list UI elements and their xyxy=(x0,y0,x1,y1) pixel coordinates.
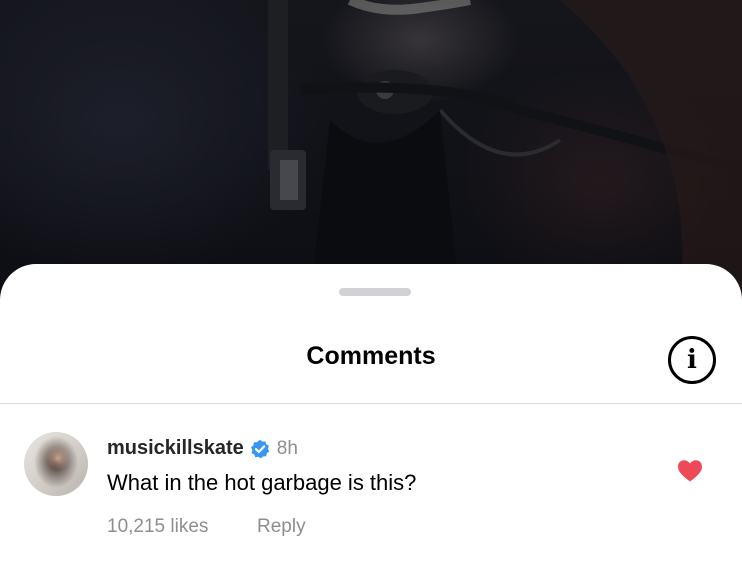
heart-filled-icon[interactable] xyxy=(677,459,703,483)
screen: Comments i musickillskate 8h What in the… xyxy=(0,0,742,580)
comment-time: 8h xyxy=(276,437,298,459)
info-button[interactable]: i xyxy=(668,336,716,384)
comment-text: What in the hot garbage is this? xyxy=(107,470,417,495)
comment-header: musickillskate 8h xyxy=(107,437,298,460)
sheet-title: Comments xyxy=(306,342,436,370)
background-photo xyxy=(0,0,742,300)
sheet-drag-handle[interactable] xyxy=(339,288,411,296)
comment-item: musickillskate 8h What in the hot garbag… xyxy=(0,404,742,580)
comment-likes[interactable]: 10,215 likes xyxy=(107,516,208,538)
avatar[interactable] xyxy=(24,432,88,496)
verified-badge-icon xyxy=(250,439,269,458)
reply-button[interactable]: Reply xyxy=(257,516,306,538)
comment-username[interactable]: musickillskate xyxy=(107,437,244,460)
info-circle-icon: i xyxy=(687,345,697,375)
photo-shapes xyxy=(268,0,742,300)
comments-sheet: Comments i musickillskate 8h What in the… xyxy=(0,264,742,580)
